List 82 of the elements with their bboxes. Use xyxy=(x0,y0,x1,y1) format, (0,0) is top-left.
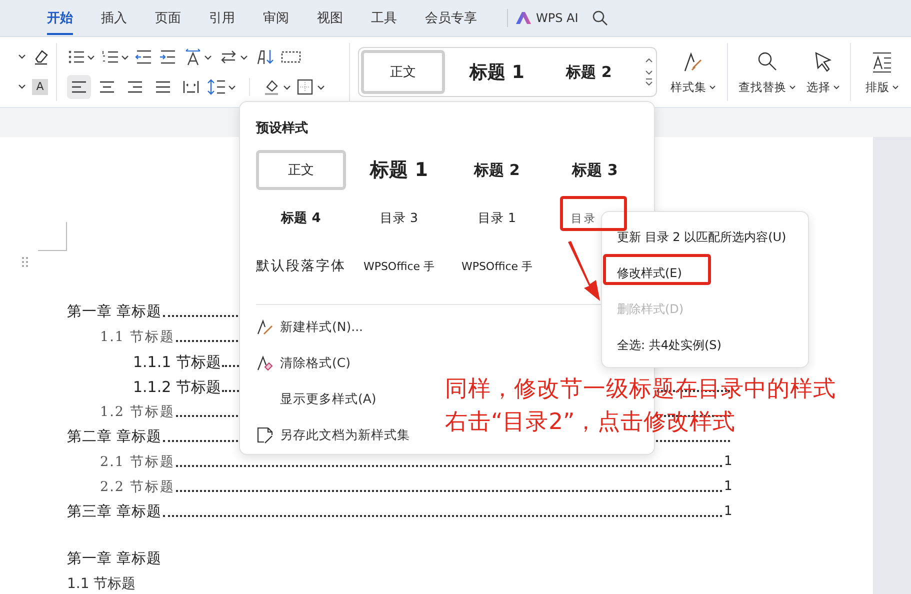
style-option[interactable]: 标题 1 xyxy=(445,50,549,94)
style-option[interactable]: 目录 1 xyxy=(472,204,522,232)
eraser-icon[interactable] xyxy=(32,48,50,66)
toc-entry[interactable]: 2.1 节标题 xyxy=(100,452,175,472)
ribbon-button[interactable]: 排版 xyxy=(861,50,903,94)
menu-item[interactable]: 清除格式(C) xyxy=(252,345,350,381)
menu-item[interactable]: 另存此文档为新样式集 xyxy=(252,417,410,453)
caret-icon[interactable] xyxy=(18,54,26,60)
border-icon[interactable] xyxy=(296,78,326,96)
corner-mark-icon xyxy=(38,222,67,251)
align-button[interactable] xyxy=(67,75,91,99)
outdent-icon[interactable] xyxy=(135,49,153,65)
align-left-icon[interactable] xyxy=(71,80,87,94)
eraser-letter-icon[interactable] xyxy=(256,354,274,372)
toc-entry[interactable]: 第三章 章标题 xyxy=(67,502,162,522)
document-pen-icon[interactable] xyxy=(256,426,274,444)
style-option[interactable]: 正文 xyxy=(256,150,346,190)
menu-tab[interactable]: 工具 xyxy=(371,2,397,34)
page-number: 1 xyxy=(724,453,732,471)
caret-icon[interactable] xyxy=(708,84,716,90)
style-option[interactable]: 默认段落字体 xyxy=(250,252,352,280)
style-option[interactable]: 正文 xyxy=(361,50,445,94)
ai-logo-icon[interactable] xyxy=(516,12,531,24)
heading-text: 第一章 章标题 xyxy=(67,550,162,569)
swap-arrows-icon[interactable] xyxy=(219,48,249,66)
style-option[interactable]: 标题 4 xyxy=(275,204,327,232)
indent-icon[interactable] xyxy=(159,49,177,65)
style-option[interactable]: 标题 3 xyxy=(566,156,624,184)
menu-item[interactable]: 新建样式(N)... xyxy=(252,309,364,345)
caret-icon[interactable] xyxy=(788,84,796,90)
toc-entry[interactable]: 第二章 章标题 xyxy=(67,427,162,447)
menu-tab[interactable]: 页面 xyxy=(155,2,181,34)
highlight-button[interactable]: A xyxy=(32,79,48,95)
annotation-text: 同样，修改节一级标题在目录中的样式 xyxy=(445,375,836,404)
toc-entry[interactable]: 1.1 节标题 xyxy=(100,327,175,347)
style-option[interactable]: WPSOffice 手 xyxy=(455,254,539,278)
bullet-list-icon[interactable] xyxy=(67,48,95,66)
line-spacing-icon[interactable] xyxy=(207,78,237,96)
toc-entry[interactable]: 第一章 章标题 xyxy=(67,302,162,322)
font-size-icon[interactable] xyxy=(183,48,213,66)
toc-entry[interactable]: 1.2 节标题 xyxy=(100,402,175,422)
caret-icon[interactable] xyxy=(832,84,840,90)
style-option[interactable]: WPSOffice 手 xyxy=(357,254,441,278)
caret-icon[interactable] xyxy=(18,84,26,90)
ribbon-button[interactable]: 查找替换 xyxy=(736,50,798,94)
toc-entry[interactable]: 2.2 节标题 xyxy=(100,477,175,497)
distribute-icon[interactable] xyxy=(183,80,199,94)
ribbon-button[interactable]: 选择 xyxy=(800,50,846,94)
menu-tab[interactable]: 开始 xyxy=(47,2,73,34)
style-option[interactable]: 目录 3 xyxy=(374,204,424,232)
align-right-icon[interactable] xyxy=(127,80,143,94)
page-number: 1 xyxy=(724,478,732,496)
paint-bucket-icon[interactable] xyxy=(262,78,292,96)
sort-icon[interactable] xyxy=(255,48,275,66)
style-option[interactable]: 标题 2 xyxy=(549,50,629,94)
drag-handle-icon[interactable] xyxy=(21,256,29,268)
heading-text: 1.1 节标题 xyxy=(67,575,136,594)
search-icon[interactable] xyxy=(592,10,608,26)
menu-item[interactable]: 更新 目录 2 以匹配所选内容(U) xyxy=(602,219,792,255)
highlight-frame xyxy=(560,196,627,231)
menu-tab[interactable]: 会员专享 xyxy=(425,2,477,34)
table-icon[interactable] xyxy=(281,49,301,65)
menu-item[interactable]: 显示更多样式(A) xyxy=(252,381,376,417)
dropdown-title: 预设样式 xyxy=(256,120,308,138)
pen-letter-icon[interactable] xyxy=(256,318,274,336)
justify-icon[interactable] xyxy=(155,80,171,94)
toc-entry[interactable]: 1.1.2 节标题 xyxy=(133,377,221,397)
ai-label[interactable]: WPS AI xyxy=(536,11,578,25)
menu-tab[interactable]: 插入 xyxy=(101,2,127,34)
toc-entry[interactable]: 1.1.1 节标题 xyxy=(133,352,221,372)
menu-item[interactable]: 全选: 共4处实例(S) xyxy=(602,327,728,363)
menu-tab[interactable]: 引用 xyxy=(209,2,235,34)
align-center-icon[interactable] xyxy=(99,80,115,94)
page-number: 1 xyxy=(724,503,732,521)
caret-icon[interactable] xyxy=(892,84,898,90)
style-option[interactable]: 标题 2 xyxy=(468,156,526,184)
pointer-arrow xyxy=(566,240,602,302)
annotation-text: 右击“目录2”，点击修改样式 xyxy=(445,408,736,437)
menu-tab[interactable]: 审阅 xyxy=(263,2,289,34)
menu-tab[interactable]: 视图 xyxy=(317,2,343,34)
style-option[interactable]: 标题 1 xyxy=(364,152,434,188)
ribbon-button[interactable]: 样式集 xyxy=(663,50,723,94)
